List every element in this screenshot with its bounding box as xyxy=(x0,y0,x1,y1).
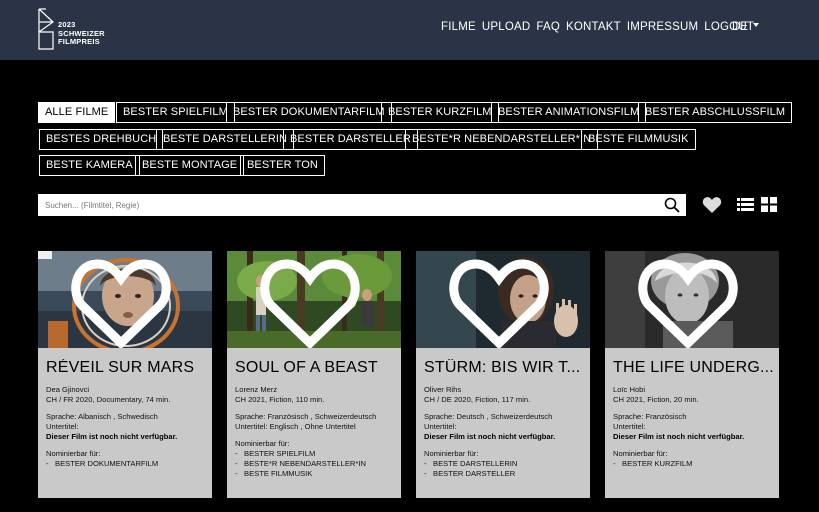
filter-beste-nebendarsteller[interactable]: BESTE*R NEBENDARSTELLER*IN xyxy=(405,129,599,150)
favorite-heart-icon[interactable] xyxy=(38,255,208,348)
nav-faq[interactable]: FAQ xyxy=(536,21,560,33)
nomination-label: BESTER DARSTELLER xyxy=(433,469,516,478)
nomination-item: - BESTE FILMMUSIK xyxy=(235,469,313,478)
film-director: Dea Gjinovci xyxy=(46,385,90,394)
language-label: DE xyxy=(732,21,748,33)
list-view-icon[interactable] xyxy=(737,197,754,212)
grid-view-icon[interactable] xyxy=(761,197,777,212)
logo-line2: FILMPREIS xyxy=(58,37,100,46)
nomination-item: - BESTER DOKUMENTARFILM xyxy=(46,459,159,468)
filter-bester-darsteller[interactable]: BESTER DARSTELLER xyxy=(283,129,418,150)
chevron-down-icon xyxy=(752,22,759,27)
film-language: Sprache: Deutsch , Schweizerdeutsch xyxy=(424,412,553,421)
logo-text: 2023 SCHWEIZER FILMPREIS xyxy=(58,20,105,47)
nav-upload[interactable]: UPLOAD xyxy=(482,21,531,33)
nomination-label: BESTE FILMMUSIK xyxy=(244,469,313,478)
film-title[interactable]: RÉVEIL SUR MARS xyxy=(46,359,208,377)
film-title[interactable]: SOUL OF A BEAST xyxy=(235,359,397,377)
filter-bester-animationsfilm[interactable]: BESTER ANIMATIONSFILM xyxy=(491,102,647,123)
film-director: Loïc Hobi xyxy=(613,385,646,394)
favorite-heart-icon[interactable] xyxy=(416,255,586,348)
film-card[interactable]: SOUL OF A BEAST Lorenz Merz CH 2021, Fic… xyxy=(227,251,401,498)
nomination-label: BESTER KURZFILM xyxy=(622,459,693,468)
film-director: Lorenz Merz xyxy=(235,385,278,394)
film-still[interactable] xyxy=(38,251,212,348)
film-details: Lorenz Merz CH 2021, Fiction, 110 min. S… xyxy=(235,385,399,479)
nominierbar-label: Nominierbar für: xyxy=(235,439,290,448)
favorite-heart-icon[interactable] xyxy=(605,255,775,348)
film-card[interactable]: STÜRM: BIS WIR T... Oliver Rihs CH / DE … xyxy=(416,251,590,498)
film-subtitles: Untertitel: Englisch , Ohne Untertitel xyxy=(235,422,356,431)
nomination-item: - BESTE*R NEBENDARSTELLER*IN xyxy=(235,459,366,468)
film-title[interactable]: THE LIFE UNDERG... xyxy=(613,359,775,377)
nav-impressum[interactable]: IMPRESSUM xyxy=(627,21,698,33)
filter-bester-kurzfilm[interactable]: BESTER KURZFILM xyxy=(381,102,499,123)
filter-bestes-drehbuch[interactable]: BESTES DREHBUCH xyxy=(39,129,164,150)
nominierbar-label: Nominierbar für: xyxy=(46,449,101,458)
nav-kontakt[interactable]: KONTAKT xyxy=(566,21,621,33)
filter-beste-filmmusik[interactable]: BESTE FILMMUSIK xyxy=(581,129,696,150)
film-card[interactable]: RÉVEIL SUR MARS Dea Gjinovci CH / FR 202… xyxy=(38,251,212,498)
filter-bester-ton[interactable]: BESTER TON xyxy=(240,155,325,176)
film-director: Oliver Rihs xyxy=(424,385,462,394)
search-input[interactable] xyxy=(38,194,658,216)
top-header: 2023 SCHWEIZER FILMPREIS FILME UPLOAD FA… xyxy=(0,0,819,60)
film-language: Sprache: Französisch xyxy=(613,412,687,421)
nav-filme[interactable]: FILME xyxy=(441,21,476,33)
film-availability: Dieser Film ist noch nicht verfügbar. xyxy=(424,432,556,441)
schweizer-filmpreis-logo[interactable]: 2023 SCHWEIZER FILMPREIS xyxy=(38,8,118,52)
filter-beste-darstellerin[interactable]: BESTE DARSTELLERIN xyxy=(156,129,295,150)
logo-mark-icon xyxy=(38,8,54,50)
nomination-label: BESTER SPIELFILM xyxy=(244,449,316,458)
language-selector[interactable]: DE xyxy=(732,21,759,33)
film-still[interactable] xyxy=(416,251,590,348)
nominierbar-label: Nominierbar für: xyxy=(613,449,668,458)
film-info: CH 2021, Fiction, 20 min. xyxy=(613,395,699,404)
nomination-item: - BESTE DARSTELLERIN xyxy=(424,459,518,468)
film-info: CH / DE 2020, Fiction, 117 min. xyxy=(424,395,531,404)
film-language: Sprache: Albanisch , Schwedisch xyxy=(46,412,158,421)
favorite-heart-icon[interactable] xyxy=(227,255,397,348)
film-still[interactable] xyxy=(605,251,779,348)
film-subtitles: Untertitel: xyxy=(613,422,646,431)
nominierbar-label: Nominierbar für: xyxy=(424,449,479,458)
filter-alle-filme[interactable]: ALLE FILME xyxy=(38,102,116,123)
filter-bester-abschlussfilm[interactable]: BESTER ABSCHLUSSFILM xyxy=(638,102,793,123)
filter-beste-kamera[interactable]: BESTE KAMERA xyxy=(39,155,140,176)
film-title[interactable]: STÜRM: BIS WIR T... xyxy=(424,359,586,377)
film-details: Oliver Rihs CH / DE 2020, Fiction, 117 m… xyxy=(424,385,588,479)
nomination-label: BESTE DARSTELLERIN xyxy=(433,459,518,468)
nomination-label: BESTE*R NEBENDARSTELLER*IN xyxy=(244,459,366,468)
film-details: Loïc Hobi CH 2021, Fiction, 20 min. Spra… xyxy=(613,385,777,469)
film-still[interactable] xyxy=(227,251,401,348)
search-bar xyxy=(38,194,686,216)
filter-beste-montage[interactable]: BESTE MONTAGE xyxy=(135,155,245,176)
film-availability: Dieser Film ist noch nicht verfügbar. xyxy=(46,432,178,441)
film-subtitles: Untertitel: xyxy=(46,422,79,431)
nomination-label: BESTER DOKUMENTARFILM xyxy=(55,459,159,468)
heart-icon[interactable] xyxy=(702,196,722,214)
film-card[interactable]: THE LIFE UNDERG... Loïc Hobi CH 2021, Fi… xyxy=(605,251,779,498)
film-info: CH 2021, Fiction, 110 min. xyxy=(235,395,325,404)
film-subtitles: Untertitel: xyxy=(424,422,457,431)
film-info: CH / FR 2020, Documentary, 74 min. xyxy=(46,395,171,404)
nomination-item: - BESTER SPIELFILM xyxy=(235,449,316,458)
film-details: Dea Gjinovci CH / FR 2020, Documentary, … xyxy=(46,385,210,469)
filter-bester-dokumentarfilm[interactable]: BESTER DOKUMENTARFILM xyxy=(226,102,392,123)
nomination-item: - BESTER DARSTELLER xyxy=(424,469,516,478)
film-language: Sprache: Französisch , Schweizerdeutsch xyxy=(235,412,377,421)
nomination-item: - BESTER KURZFILM xyxy=(613,459,693,468)
film-availability: Dieser Film ist noch nicht verfügbar. xyxy=(613,432,745,441)
main-nav: FILME UPLOAD FAQ KONTAKT IMPRESSUM LOGOU… xyxy=(441,21,754,33)
search-icon[interactable] xyxy=(664,197,680,213)
filter-bester-spielfilm[interactable]: BESTER SPIELFILM xyxy=(116,102,235,123)
